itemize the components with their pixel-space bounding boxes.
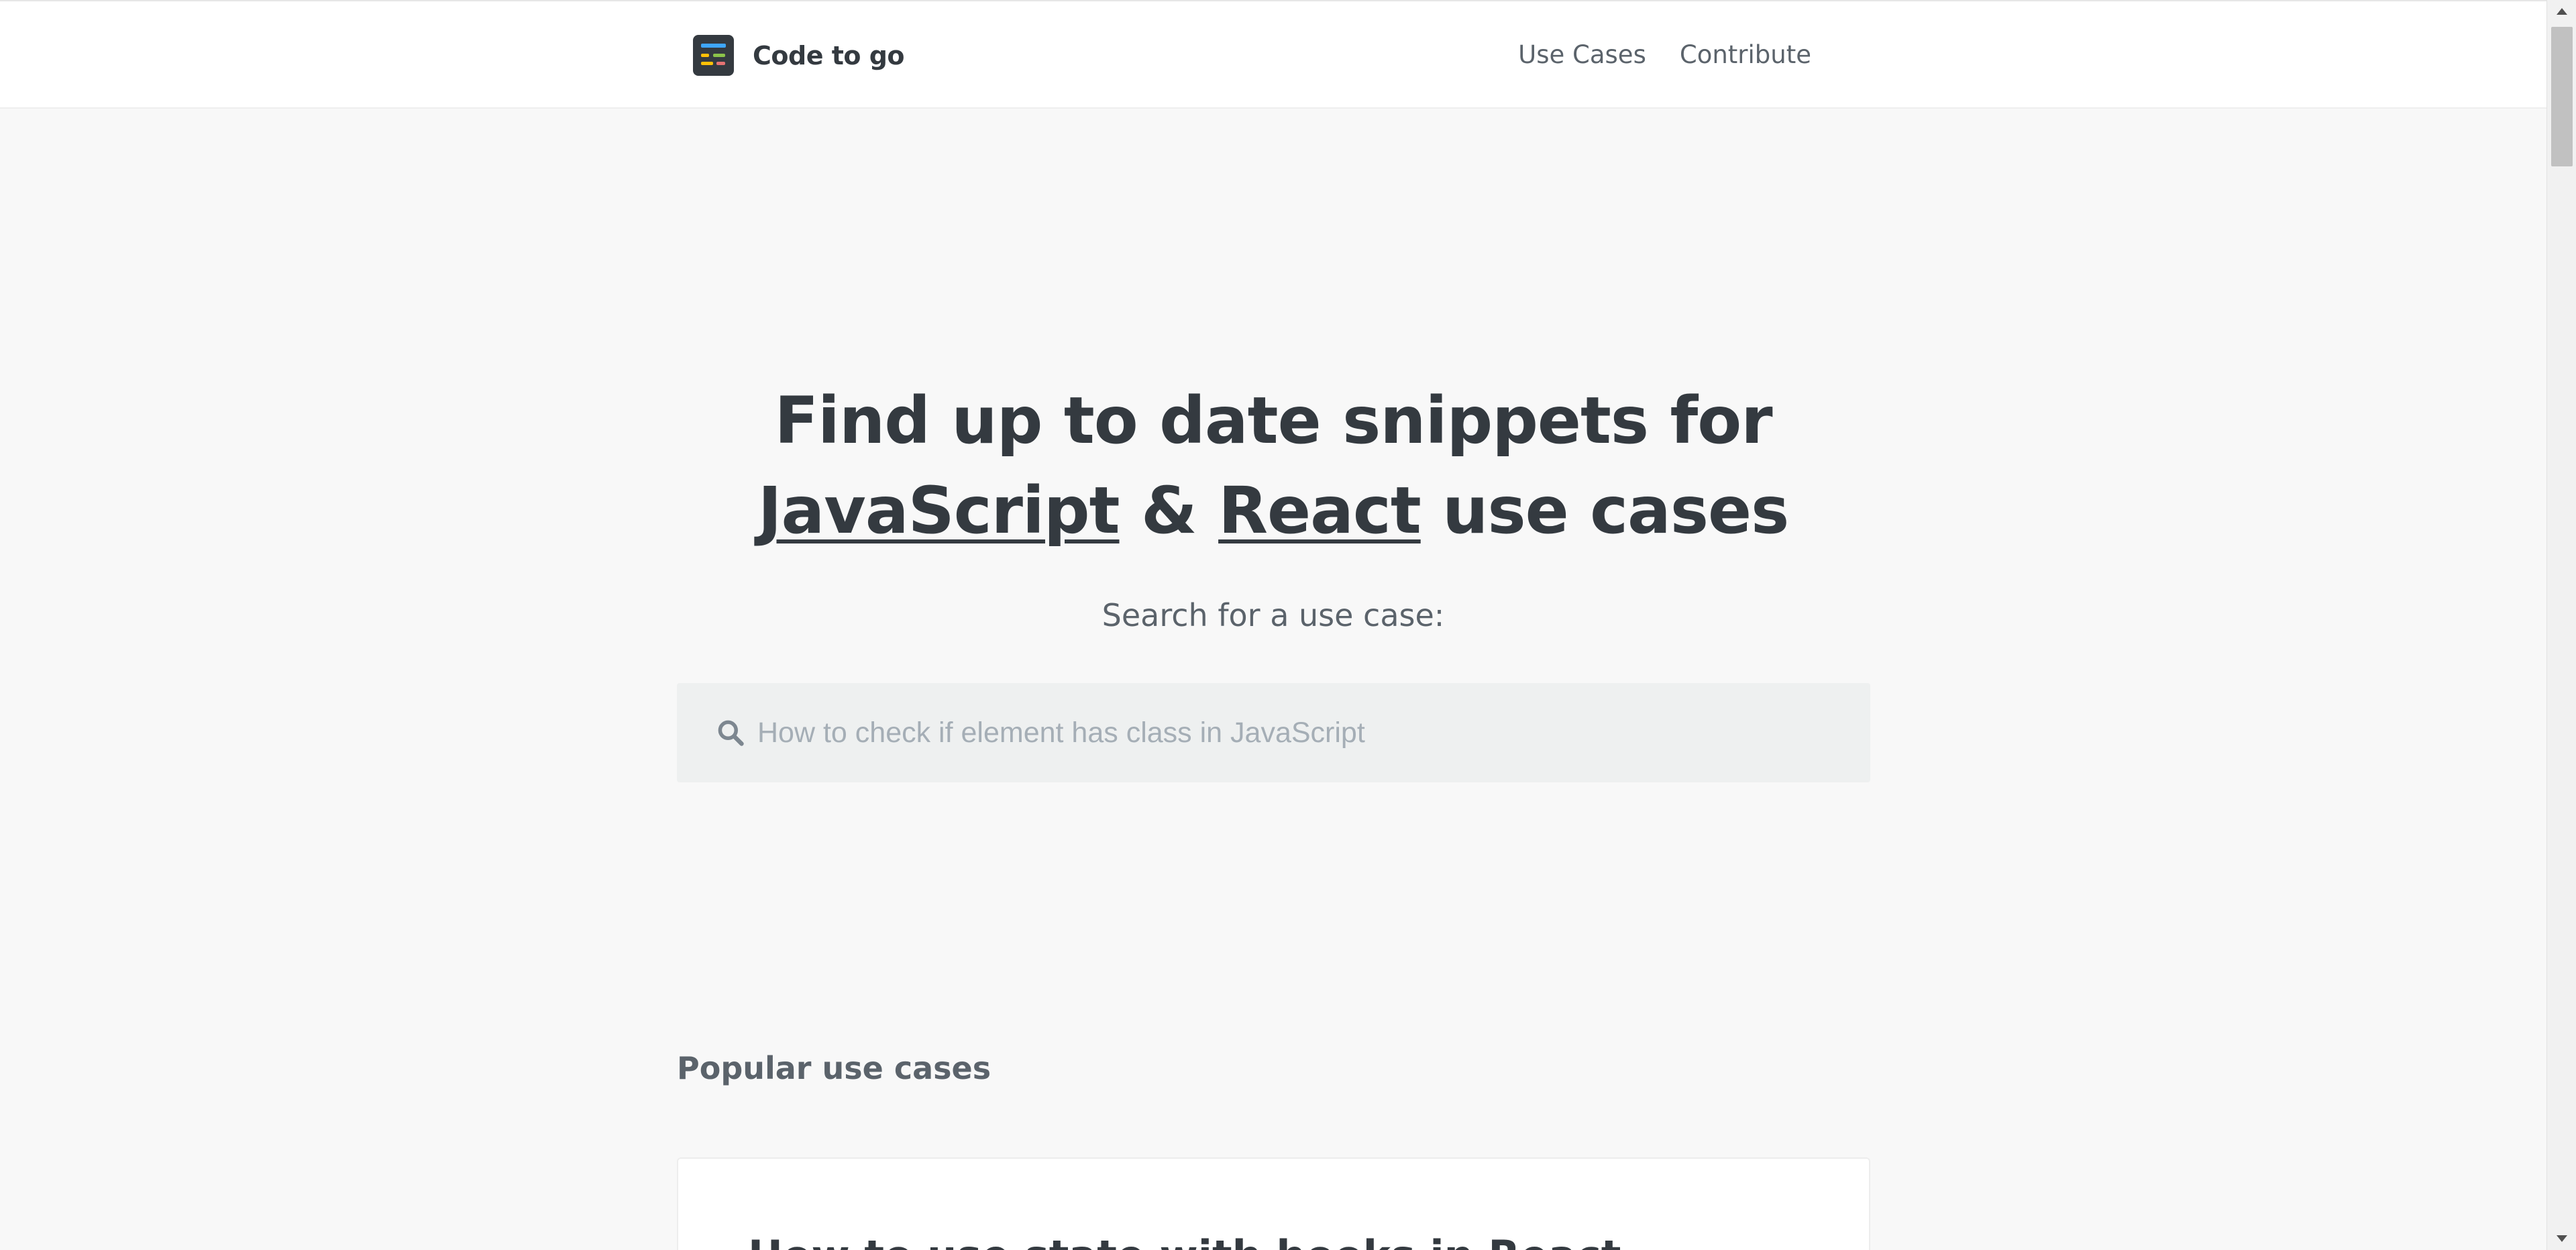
search-prompt: Search for a use case:	[1102, 597, 1445, 633]
use-case-card[interactable]: How to use state with hooks in React	[677, 1157, 1870, 1250]
search-icon	[718, 720, 744, 746]
main-nav: Use Cases Contribute	[1518, 40, 1811, 69]
scroll-down-arrow-icon[interactable]	[2547, 1227, 2576, 1250]
scroll-up-arrow-icon[interactable]	[2547, 0, 2576, 23]
code-editor-icon	[693, 35, 734, 76]
javascript-link[interactable]: JavaScript	[758, 473, 1120, 548]
top-navbar: Code to go Use Cases Contribute	[0, 0, 2546, 109]
ampersand: &	[1140, 473, 1197, 548]
hero-title-suffix: use cases	[1442, 473, 1789, 548]
logo-text: Code to go	[753, 40, 905, 70]
scrollbar-thumb[interactable]	[2551, 27, 2573, 166]
hero-title: Find up to date snippets for JavaScript …	[0, 376, 2546, 556]
search-box[interactable]	[677, 683, 1870, 782]
react-link[interactable]: React	[1218, 473, 1421, 548]
popular-use-cases-heading: Popular use cases	[677, 1050, 991, 1086]
use-case-card-title: How to use state with hooks in React	[748, 1231, 1621, 1250]
nav-link-contribute[interactable]: Contribute	[1680, 40, 1811, 69]
search-input[interactable]	[757, 683, 1844, 782]
hero-title-line1: Find up to date snippets for	[774, 383, 1772, 458]
logo-link[interactable]: Code to go	[693, 35, 905, 76]
nav-link-use-cases[interactable]: Use Cases	[1518, 40, 1646, 69]
page-scrollbar[interactable]	[2546, 0, 2576, 1250]
